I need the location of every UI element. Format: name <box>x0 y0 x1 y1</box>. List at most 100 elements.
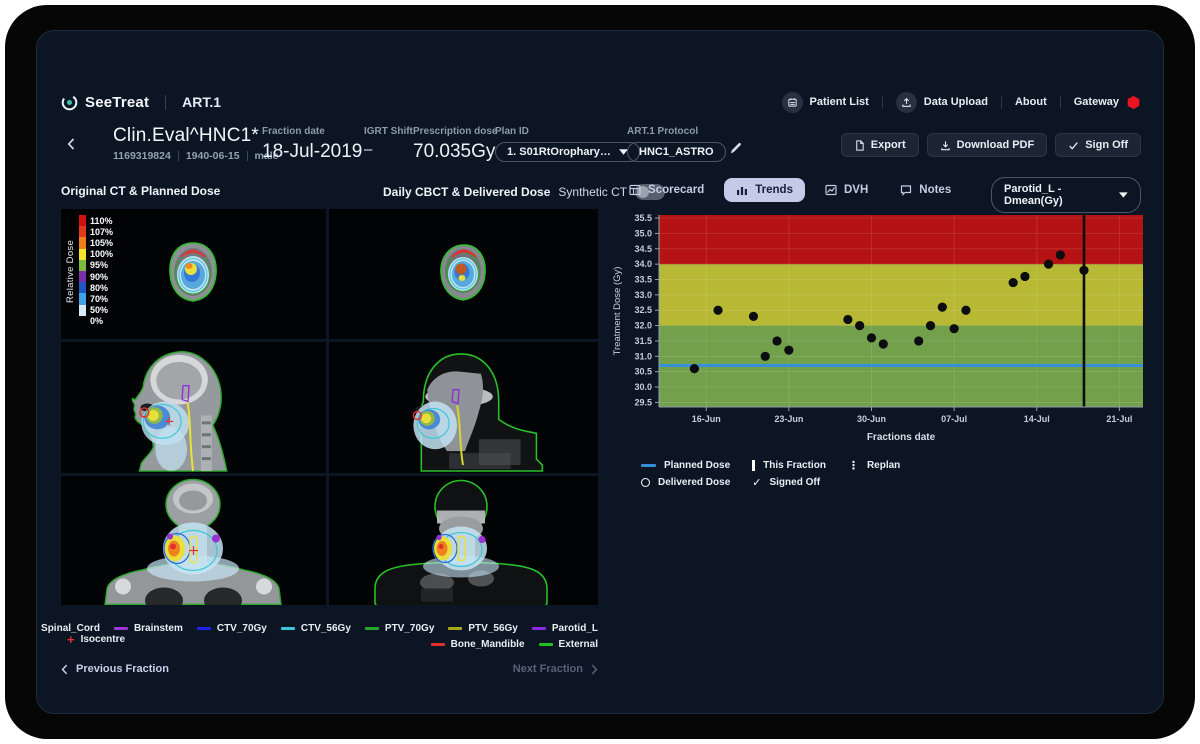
delivered-dose-point[interactable] <box>760 351 770 361</box>
structure-row: Bone_Mandible External <box>430 639 598 650</box>
delivered-dose-point[interactable] <box>961 305 971 315</box>
delivered-dose-point[interactable] <box>914 336 924 346</box>
y-tick-label: 31.5 <box>634 336 652 346</box>
nav-gateway[interactable]: Gateway <box>1074 95 1141 110</box>
download-pdf-button[interactable]: Download PDF <box>926 133 1048 157</box>
dots-marker-icon: ⋮ <box>847 459 859 472</box>
ct-sagittal-cbct-image <box>412 353 544 472</box>
y-tick-label: 34.5 <box>634 244 652 254</box>
nav-about[interactable]: About <box>1015 96 1047 108</box>
chart-legend-label: This Fraction <box>763 460 826 471</box>
delivered-dose-point[interactable] <box>1055 250 1065 260</box>
delivered-dose-point[interactable] <box>1020 271 1030 282</box>
tab-label: DVH <box>843 184 869 196</box>
chart-legend-item: Planned Dose <box>641 460 730 471</box>
divider <box>246 151 248 161</box>
structure-legend-item: Spinal_Cord <box>37 623 100 634</box>
structure-label: CTV_56Gy <box>300 623 351 634</box>
ct-sagittal-cbct-panel[interactable] <box>329 342 598 473</box>
screenshot-stage: SeeTreat ART.1 Patient List Data Upload <box>0 0 1200 744</box>
download-icon <box>940 140 950 150</box>
view-bar: Original CT & Planned Dose Daily CBCT & … <box>61 177 1141 213</box>
nav-data-upload-label: Data Upload <box>923 96 988 108</box>
patient-id: 1169319824 <box>113 150 171 162</box>
delivered-dose-point[interactable] <box>855 320 865 331</box>
export-button[interactable]: Export <box>840 133 919 157</box>
tab-scorecard[interactable]: Scorecard <box>617 178 716 202</box>
edit-protocol-icon[interactable] <box>729 141 743 160</box>
delivered-dose-point[interactable] <box>1043 259 1054 269</box>
delivered-dose-point[interactable] <box>949 324 959 334</box>
delivered-dose-point[interactable] <box>1079 265 1089 275</box>
nav-divider <box>1000 95 1002 109</box>
next-fraction-button[interactable]: Next Fraction <box>513 663 598 675</box>
delivered-dose-point[interactable] <box>1008 277 1018 288</box>
y-tick-label: 30.5 <box>634 367 652 377</box>
prescription-dose-label: Prescription dose <box>413 126 498 137</box>
check-icon <box>1069 141 1079 150</box>
delivered-dose-point[interactable] <box>866 333 877 343</box>
plan-id-value: 1. S01RtOrophary… <box>507 146 611 158</box>
y-tick-label: 35.5 <box>634 213 652 223</box>
chevron-right-icon <box>591 664 598 674</box>
nav-patient-list-label: Patient List <box>809 96 869 108</box>
tab-label: Scorecard <box>648 184 705 196</box>
colorbar-entry: 90% <box>79 271 113 283</box>
colorbar-swatch <box>79 316 86 327</box>
dvh-icon <box>825 184 837 196</box>
delivered-dose-point[interactable] <box>784 345 794 355</box>
delivered-dose-point[interactable] <box>925 320 936 331</box>
chart-legend-item: ⋮ Replan <box>848 460 900 471</box>
tab-trends[interactable]: Trends <box>724 178 805 202</box>
delivered-dose-point[interactable] <box>689 364 700 374</box>
previous-fraction-button[interactable]: Previous Fraction <box>61 663 169 675</box>
structure-color-swatch <box>448 627 463 630</box>
y-tick-label: 34.0 <box>634 259 652 269</box>
tab-notes[interactable]: Notes <box>888 178 963 202</box>
ct-axial-planned-panel[interactable]: Relative Dose 110% 107% 105% 100% 95% 90% 80% 7… <box>61 209 326 339</box>
delivered-dose-point[interactable] <box>713 305 723 315</box>
structure-legend-item: PTV_56Gy <box>448 623 518 634</box>
structure-color-swatch <box>364 627 379 630</box>
nav-divider <box>881 95 883 109</box>
nav-about-label: About <box>1014 96 1047 108</box>
delivered-dose-point[interactable] <box>843 314 853 325</box>
structure-legend-item: Bone_Mandible <box>430 639 525 650</box>
ct-sagittal-planned-panel[interactable] <box>61 342 326 473</box>
structure-color-swatch <box>531 627 546 630</box>
nav-data-upload[interactable]: Data Upload <box>895 91 988 113</box>
colorbar-label: 105% <box>90 238 114 249</box>
ct-coronal-cbct-panel[interactable] <box>329 476 598 605</box>
brand-name: SeeTreat <box>85 93 150 111</box>
y-tick-label: 29.5 <box>634 397 652 407</box>
sign-off-button[interactable]: Sign Off <box>1055 133 1141 157</box>
colorbar-label: 95% <box>90 260 109 271</box>
delivered-dose-point[interactable] <box>878 339 888 349</box>
tab-dvh[interactable]: DVH <box>813 178 880 202</box>
gateway-status-icon <box>1127 95 1140 109</box>
right-view-title-text: Daily CBCT & Delivered Dose <box>383 185 551 199</box>
ct-axial-cbct-panel[interactable] <box>329 209 598 339</box>
divider <box>177 151 179 161</box>
chart-legend-label: Replan <box>866 460 901 471</box>
delivered-dose-point[interactable] <box>772 336 782 346</box>
structure-color-swatch <box>113 627 128 630</box>
ct-coronal-planned-panel[interactable] <box>61 476 326 605</box>
structure-color-swatch <box>538 643 553 646</box>
next-fraction-label: Next Fraction <box>512 663 583 675</box>
x-tick-label: 16-Jun <box>692 414 721 424</box>
chart-legend-item: ✓ Signed Off <box>752 477 820 488</box>
delivered-dose-point[interactable] <box>748 311 759 321</box>
colorbar-entry: 95% <box>79 259 113 271</box>
nav-patient-list[interactable]: Patient List <box>781 91 869 113</box>
protocol-field: ART.1 Protocol HNC1_ASTRO <box>627 126 726 162</box>
structure-color-swatch <box>430 643 445 646</box>
prescription-dose-field: Prescription dose 70.035Gy <box>413 126 497 163</box>
structure-label: PTV_70Gy <box>384 623 435 634</box>
metric-selector-dropdown[interactable]: Parotid_L - Dmean(Gy) <box>991 177 1141 213</box>
igrt-shift-label: IGRT Shift <box>364 126 413 137</box>
plan-id-dropdown[interactable]: 1. S01RtOrophary… <box>495 142 640 162</box>
check-marker-icon: ✓ <box>752 476 762 489</box>
back-button[interactable] <box>67 137 75 155</box>
delivered-dose-point[interactable] <box>937 302 947 312</box>
